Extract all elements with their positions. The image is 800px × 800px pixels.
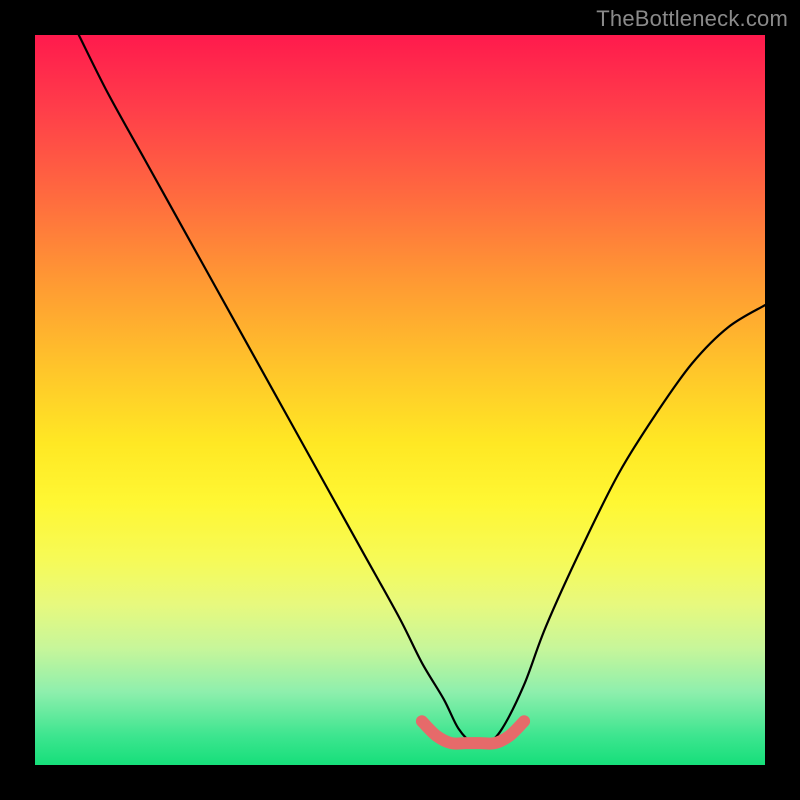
main-curve-path [79, 35, 765, 745]
plot-area [35, 35, 765, 765]
valley-marker-path [422, 721, 524, 743]
watermark-text: TheBottleneck.com [596, 6, 788, 32]
chart-svg [35, 35, 765, 765]
chart-frame: TheBottleneck.com [0, 0, 800, 800]
